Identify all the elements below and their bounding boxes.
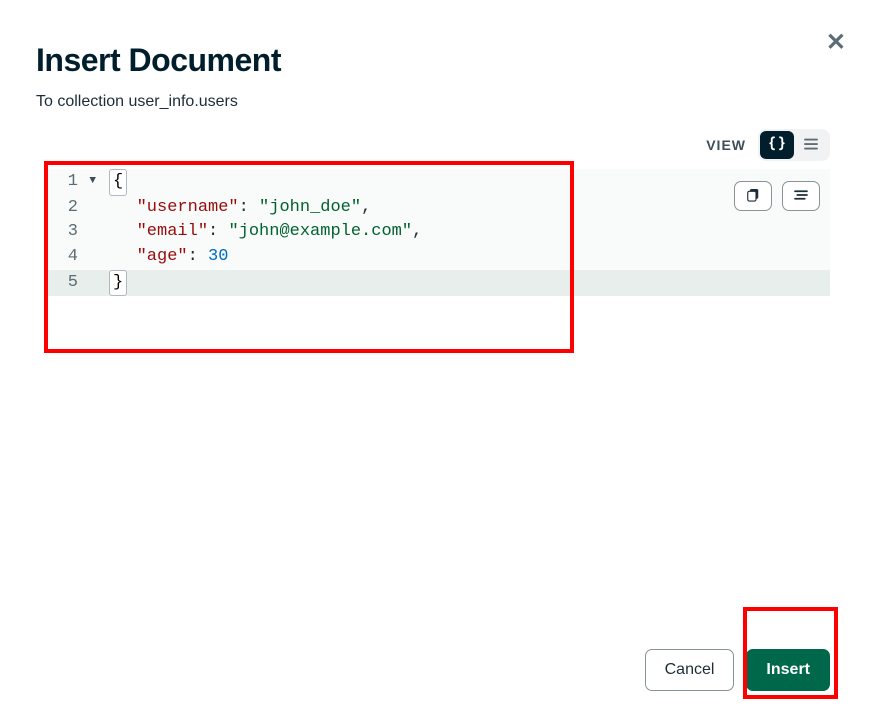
- view-json-button[interactable]: [760, 131, 794, 159]
- view-toggle-group: [758, 129, 830, 161]
- view-toggle-row: VIEW: [0, 121, 874, 161]
- format-icon: [792, 186, 810, 207]
- code-editor[interactable]: 1▼{2 "username": "john_doe",3 "email": "…: [44, 169, 830, 557]
- code-line: 4 "age": 30: [44, 245, 830, 270]
- fold-arrow-icon[interactable]: ▼: [84, 174, 96, 190]
- code-line: 2 "username": "john_doe",: [44, 196, 830, 221]
- brace-close: }: [109, 270, 127, 297]
- code-content: "age": 30: [106, 245, 830, 270]
- code-line: 1▼{: [44, 169, 830, 196]
- clipboard-icon: [744, 186, 762, 207]
- line-gutter: 3: [44, 220, 106, 245]
- line-gutter: 4: [44, 245, 106, 270]
- brace-open: {: [109, 169, 127, 196]
- view-label: VIEW: [706, 137, 746, 153]
- dialog-footer: Cancel Insert: [645, 649, 830, 691]
- code-line: 5}: [44, 270, 830, 297]
- insert-button[interactable]: Insert: [746, 649, 830, 691]
- line-gutter: 1▼: [44, 170, 106, 195]
- braces-icon: [768, 135, 786, 156]
- editor-container: 1▼{2 "username": "john_doe",3 "email": "…: [44, 169, 830, 557]
- code-content: "email": "john@example.com",: [106, 220, 830, 245]
- format-button[interactable]: [782, 181, 820, 211]
- code-content: }: [106, 270, 830, 297]
- cancel-button[interactable]: Cancel: [645, 649, 735, 691]
- line-gutter: 2: [44, 196, 106, 221]
- dialog-title: Insert Document: [36, 42, 838, 79]
- editor-tools: [734, 181, 820, 211]
- dialog-header: Insert Document To collection user_info.…: [0, 0, 874, 121]
- dialog-subtitle: To collection user_info.users: [36, 93, 838, 111]
- line-gutter: 5: [44, 271, 106, 296]
- view-list-button[interactable]: [794, 131, 828, 159]
- code-content: "username": "john_doe",: [106, 196, 830, 221]
- close-icon[interactable]: ✕: [826, 28, 846, 57]
- list-icon: [802, 135, 820, 156]
- code-content: {: [106, 169, 830, 196]
- copy-button[interactable]: [734, 181, 772, 211]
- code-line: 3 "email": "john@example.com",: [44, 220, 830, 245]
